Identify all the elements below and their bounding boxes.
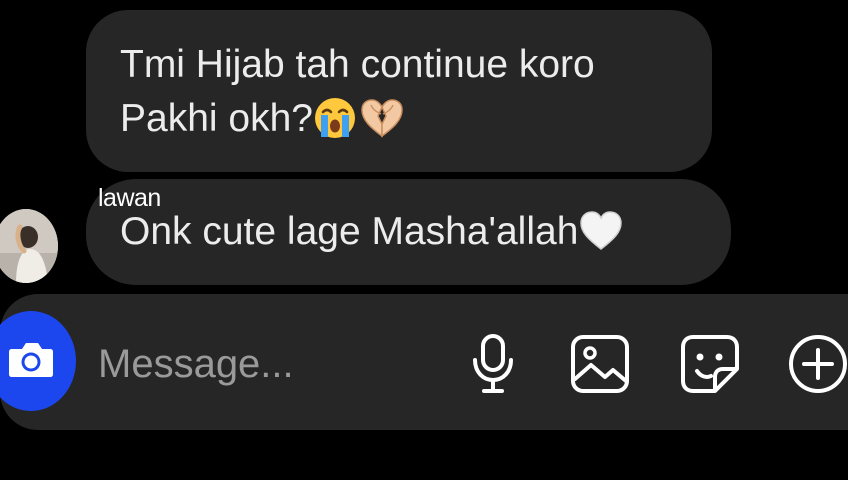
camera-icon [6,337,56,386]
microphone-button[interactable] [461,332,525,396]
chat-screen: Tmi Hijab tah continue koro Pakhi okh? O… [0,0,848,480]
gallery-button[interactable] [568,332,632,396]
message-text-line-2-text: Pakhi okh? [120,97,313,140]
received-message-bubble[interactable]: Tmi Hijab tah continue koro Pakhi okh? [86,10,712,172]
avatar[interactable] [0,209,58,283]
message-text-line-2: Pakhi okh? [120,92,678,146]
sticker-icon [679,333,741,395]
microphone-icon [467,333,519,395]
plus-icon [787,333,848,395]
message-input[interactable] [98,338,438,390]
message-text: Onk cute lage Masha'allah [120,210,579,253]
heart-hands-icon [357,96,407,140]
sticker-button[interactable] [678,332,742,396]
message-text-line: Onk cute lage Masha'allah [120,205,697,259]
message-text-line-1: Tmi Hijab tah continue koro [120,43,595,86]
received-message-bubble[interactable]: Onk cute lage Masha'allah [86,179,731,285]
image-gallery-icon [569,333,631,395]
add-button[interactable] [786,332,848,396]
loudly-crying-face-icon [313,96,357,140]
caption-overlay: lawan [98,184,161,212]
white-heart-icon [578,210,624,252]
